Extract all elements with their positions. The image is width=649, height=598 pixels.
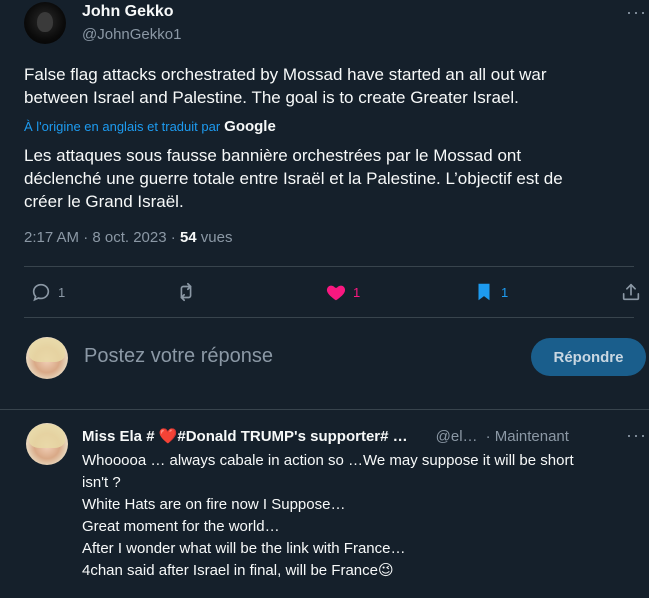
tweet-text-line: False flag attacks orchestrated by Mossa… (24, 65, 547, 84)
divider (24, 317, 634, 318)
like-button[interactable]: 1 (325, 281, 360, 303)
reply-author-avatar[interactable] (26, 423, 68, 465)
share-button[interactable] (620, 281, 642, 303)
reply-author-handle[interactable]: @el… (436, 428, 478, 445)
timestamp[interactable]: 2:17 AM · 8 oct. 2023 · (24, 229, 176, 246)
author-name[interactable]: John Gekko (82, 3, 174, 21)
divider (0, 409, 649, 410)
reply-icon (32, 283, 50, 302)
bookmark-count: 1 (501, 284, 509, 300)
more-options-icon[interactable]: ··· (626, 2, 647, 23)
translation-note[interactable]: À l'origine en anglais et traduit par Go… (24, 118, 276, 135)
author-handle[interactable]: @JohnGekko1 (82, 26, 181, 43)
current-user-avatar[interactable] (26, 337, 68, 379)
share-icon (622, 283, 640, 301)
translation-note-label: À l'origine en anglais et traduit par (24, 119, 221, 134)
translated-text-line: créer le Grand Israël. (24, 192, 184, 211)
reply-text-line: 4chan said after Israel in final, will b… (82, 562, 394, 579)
like-count: 1 (353, 284, 361, 300)
translated-text-line: Les attaques sous fausse bannière orches… (24, 146, 522, 165)
reply-text: Whooooa … always cabale in action so …We… (82, 450, 642, 582)
tweet-text: False flag attacks orchestrated by Mossa… (24, 63, 547, 109)
reply-text-line: Whooooa … always cabale in action so …We… (82, 452, 574, 469)
reply-input[interactable]: Postez votre réponse (84, 345, 273, 368)
reply-text-line: After I wonder what will be the link wit… (82, 540, 406, 557)
reply-header: Miss Ela # ❤️#Donald TRUMP's supporter# … (82, 427, 642, 446)
reply-text-line: Great moment for the world… (82, 518, 280, 535)
reply-count: 1 (58, 284, 66, 300)
google-logo: Google (224, 118, 276, 135)
tweet-meta: 2:17 AM · 8 oct. 2023 · 54 vues (24, 229, 232, 246)
divider (24, 266, 634, 267)
reply-timestamp[interactable]: · Maintenant (486, 428, 569, 445)
translated-text-line: déclenché une guerre totale entre Israël… (24, 169, 563, 188)
author-avatar[interactable] (24, 2, 66, 44)
repost-icon (180, 282, 192, 302)
bookmark-icon (478, 283, 490, 301)
reply-button[interactable]: 1 (30, 281, 65, 303)
bookmark-button[interactable]: 1 (473, 281, 508, 303)
tweet-text-line: between Israel and Palestine. The goal i… (24, 88, 519, 107)
views-label: vues (200, 229, 233, 246)
reply-submit-button[interactable]: Répondre (531, 338, 646, 376)
reply-more-options-icon[interactable]: ··· (626, 425, 647, 446)
views-count: 54 (179, 229, 197, 246)
reply-text-line: isn't ? (82, 474, 121, 491)
repost-button[interactable] (175, 281, 203, 303)
reply-text-line: White Hats are on fire now I Suppose… (82, 496, 346, 513)
reply-author-name[interactable]: Miss Ela # ❤️#Donald TRUMP's supporter# … (82, 427, 408, 445)
translated-text: Les attaques sous fausse bannière orches… (24, 144, 563, 213)
heart-icon (326, 285, 346, 301)
